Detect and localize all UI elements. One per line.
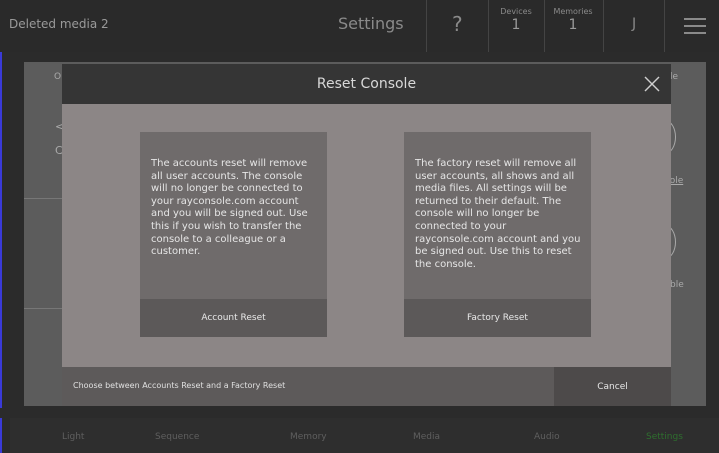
modal-body: The accounts reset will remove all user … — [62, 104, 671, 367]
devices-value: 1 — [511, 17, 521, 33]
bottom-nav: Light Sequence Memory Media Audio Settin… — [10, 418, 719, 453]
nav-light[interactable]: Light — [62, 432, 84, 442]
nav-media[interactable]: Media — [413, 432, 440, 442]
top-bar: Deleted media 2 Settings ? Devices 1 Mem… — [0, 0, 719, 52]
modal-header: Reset Console — [62, 64, 671, 104]
cancel-button[interactable]: Cancel — [554, 367, 671, 406]
close-icon[interactable] — [644, 76, 660, 92]
nav-audio[interactable]: Audio — [534, 432, 560, 442]
bg-label: ble — [670, 280, 684, 290]
memories-label: Memories — [553, 7, 593, 16]
bg-label: O — [54, 72, 62, 82]
help-button[interactable]: ? — [452, 12, 463, 36]
nav-settings[interactable]: Settings — [646, 432, 683, 442]
user-avatar[interactable]: J — [632, 16, 636, 32]
account-reset-button[interactable]: Account Reset — [140, 299, 327, 337]
hamburger-menu-icon[interactable] — [684, 18, 706, 34]
factory-reset-description: The factory reset will remove all user a… — [415, 158, 581, 270]
divider — [603, 0, 604, 52]
nav-memory[interactable]: Memory — [290, 432, 327, 442]
divider — [664, 0, 665, 52]
factory-reset-button[interactable]: Factory Reset — [404, 299, 591, 337]
divider — [426, 0, 427, 52]
account-reset-description: The accounts reset will remove all user … — [151, 158, 308, 258]
footer-instruction: Choose between Accounts Reset and a Fact… — [73, 381, 286, 390]
factory-reset-card: The factory reset will remove all user a… — [404, 132, 591, 337]
modal-title: Reset Console — [316, 76, 417, 92]
nav-sequence[interactable]: Sequence — [155, 432, 199, 442]
devices-label: Devices — [500, 7, 532, 16]
section-title: Settings — [338, 14, 404, 33]
bg-label: le — [670, 72, 679, 82]
account-reset-card: The accounts reset will remove all user … — [140, 132, 327, 337]
divider — [488, 0, 489, 52]
show-name[interactable]: Deleted media 2 — [9, 17, 109, 31]
modal-footer: Choose between Accounts Reset and a Fact… — [62, 367, 671, 406]
memories-counter[interactable]: Memories 1 — [547, 7, 599, 33]
devices-counter[interactable]: Devices 1 — [490, 7, 542, 33]
divider — [544, 0, 545, 52]
memories-value: 1 — [568, 17, 578, 33]
